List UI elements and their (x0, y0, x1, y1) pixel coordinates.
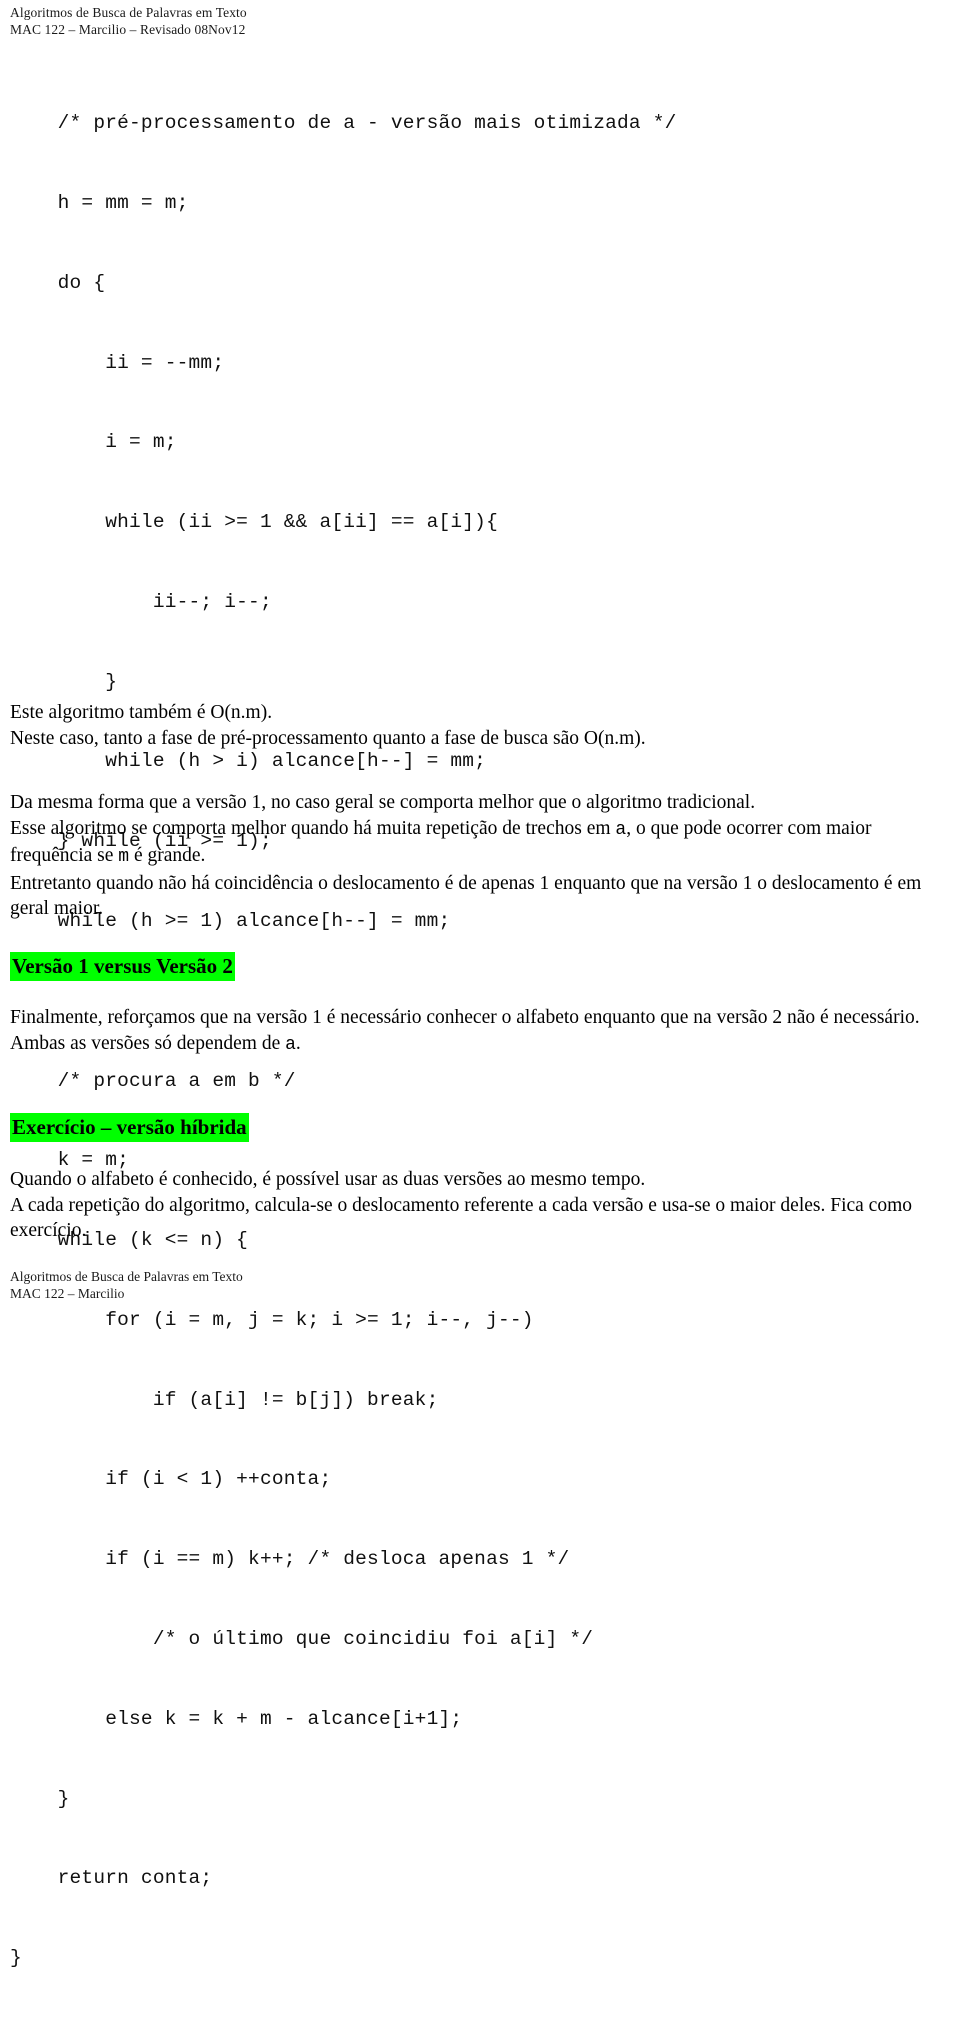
code-line: i = m; (10, 431, 177, 454)
code-line: if (i < 1) ++conta; (10, 1468, 332, 1491)
running-footer-title: Algoritmos de Busca de Palavras em Texto (10, 1269, 243, 1284)
text-run: . (295, 1032, 301, 1054)
running-header: Algoritmos de Busca de Palavras em Texto… (10, 4, 247, 38)
paragraph-comparison: Da mesma forma que a versão 1, no caso g… (10, 790, 952, 922)
code-line: while (h > i) alcance[h--] = mm; (10, 750, 487, 773)
paragraph-line: Finalmente, reforçamos que na versão 1 é… (10, 1007, 920, 1028)
paragraph-line: A cada repetição do algoritmo, calcula-s… (10, 1194, 913, 1242)
running-footer-subtitle: MAC 122 – Marcilio (10, 1286, 125, 1301)
code-line: if (a[i] != b[j]) break; (10, 1388, 439, 1411)
inline-code-m: m (118, 847, 130, 867)
code-line: do { (10, 271, 106, 294)
paragraph-alphabet: Finalmente, reforçamos que na versão 1 é… (10, 1005, 952, 1058)
code-line: else k = k + m - alcance[i+1]; (10, 1707, 463, 1730)
document-page: Algoritmos de Busca de Palavras em Texto… (0, 0, 960, 1969)
code-line: h = mm = m; (10, 191, 189, 214)
code-line: for (i = m, j = k; i >= 1; i--, j--) (10, 1308, 534, 1331)
code-line: /* pré-processamento de a - versão mais … (10, 112, 677, 135)
text-run: Ambas as versões só dependem de (10, 1032, 286, 1054)
running-header-subtitle: MAC 122 – Marcilio – Revisado 08Nov12 (10, 22, 246, 37)
running-footer: Algoritmos de Busca de Palavras em Texto… (10, 1268, 243, 1302)
paragraph-line: Neste caso, tanto a fase de pré-processa… (10, 727, 646, 749)
code-line: } (10, 1787, 70, 1810)
heading-versao-1-versus-versao-2: Versão 1 versus Versão 2 (10, 952, 235, 981)
paragraph-line: Este algoritmo também é O(n.m). (10, 702, 273, 723)
heading-text: Exercício – versão híbrida (10, 1113, 249, 1142)
running-header-title: Algoritmos de Busca de Palavras em Texto (10, 5, 247, 20)
paragraph-line: Esse algoritmo se comporta melhor quando… (10, 816, 952, 871)
paragraph-complexity: Este algoritmo também é O(n.m). Neste ca… (10, 700, 952, 751)
heading-exercicio-versao-hibrida: Exercício – versão híbrida (10, 1113, 249, 1142)
code-line: if (i == m) k++; /* desloca apenas 1 */ (10, 1548, 570, 1571)
paragraph-line: Entretanto quando não há coincidência o … (10, 872, 922, 920)
code-line: while (ii >= 1 && a[ii] == a[i]){ (10, 511, 498, 534)
paragraph-line: Ambas as versões só dependem de a. (10, 1031, 952, 1059)
code-line: } (10, 670, 118, 693)
inline-code-a: a (285, 1034, 296, 1055)
code-line: ii--; i--; (10, 590, 272, 613)
code-line: /* procura a em b */ (10, 1069, 296, 1092)
paragraph-line: Quando o alfabeto é conhecido, é possíve… (10, 1169, 646, 1190)
paragraph-exercise: Quando o alfabeto é conhecido, é possíve… (10, 1167, 952, 1244)
text-run: Esse algoritmo se comporta melhor quando… (10, 817, 616, 839)
heading-text: Versão 1 versus Versão 2 (10, 952, 235, 981)
code-line: /* o último que coincidiu foi a[i] */ (10, 1628, 594, 1651)
code-line: } (10, 1947, 22, 1970)
text-run: é grande. (129, 845, 206, 866)
paragraph-line: Da mesma forma que a versão 1, no caso g… (10, 792, 756, 813)
code-line: return conta; (10, 1867, 213, 1890)
code-line: ii = --mm; (10, 351, 225, 374)
inline-code-a: a (615, 819, 627, 840)
